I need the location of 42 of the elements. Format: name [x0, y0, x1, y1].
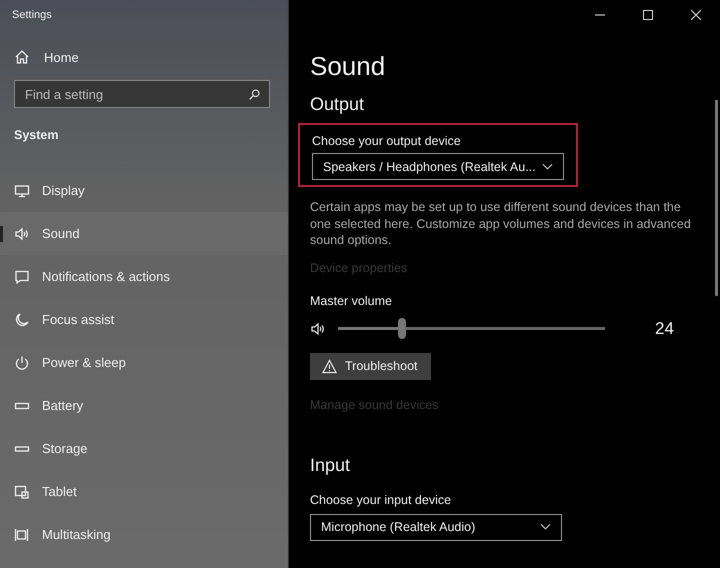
speaker-icon [14, 226, 30, 242]
scrollbar[interactable] [715, 100, 718, 296]
sidebar-item[interactable]: Battery [0, 384, 288, 427]
search-icon [248, 88, 261, 101]
sidebar-item[interactable]: Sound [0, 212, 288, 255]
chevron-icon [542, 162, 553, 170]
sidebar-item[interactable]: Multitasking [0, 513, 288, 556]
volume-slider[interactable] [338, 318, 605, 339]
sidebar-item[interactable]: Focus assist [0, 298, 288, 341]
close-icon [691, 10, 701, 20]
warning-icon [322, 358, 337, 374]
multitasking-icon [14, 526, 30, 542]
sidebar-item[interactable]: Display [0, 169, 288, 212]
section-heading: System [13, 127, 60, 144]
window-title: Settings [11, 8, 53, 23]
home-icon [14, 49, 30, 65]
maximize-icon [643, 10, 653, 20]
speaker-icon [310, 320, 326, 336]
sidebar-item[interactable]: Notifications & actions [0, 255, 288, 298]
search-field[interactable]: Find a setting [14, 80, 270, 108]
volume-label: Master volume [310, 292, 393, 308]
field-label: Choose your output device [312, 133, 462, 149]
section-heading: Input [310, 454, 352, 476]
troubleshoot-button[interactable]: Troubleshoot [310, 352, 430, 380]
monitor-icon [14, 182, 30, 198]
page-title: Sound [310, 51, 386, 81]
tablet-icon [14, 484, 30, 500]
field-label: Choose your input device [310, 492, 452, 508]
sidebar-item[interactable]: Tablet [0, 470, 288, 513]
input-device-dropdown[interactable]: Microphone (Realtek Audio) [310, 514, 562, 540]
home-link[interactable]: Home [0, 44, 288, 70]
power-icon [14, 354, 30, 370]
slider-thumb[interactable] [398, 318, 406, 339]
moon-icon [14, 312, 30, 328]
volume-reading: 24 [655, 318, 674, 338]
message-icon [14, 268, 30, 284]
output-device-dropdown[interactable]: Speakers / Headphones (Realtek Au... [312, 153, 564, 180]
sidebar-item[interactable]: Power & sleep [0, 341, 288, 384]
section-heading: Output [310, 93, 366, 115]
chevron-icon [540, 523, 551, 531]
sidebar-item[interactable]: Storage [0, 427, 288, 470]
description-text: Certain apps may be set up to use different sound devices than the one selected here. Customize app volumes and devices in advanced sound options. [310, 199, 692, 248]
